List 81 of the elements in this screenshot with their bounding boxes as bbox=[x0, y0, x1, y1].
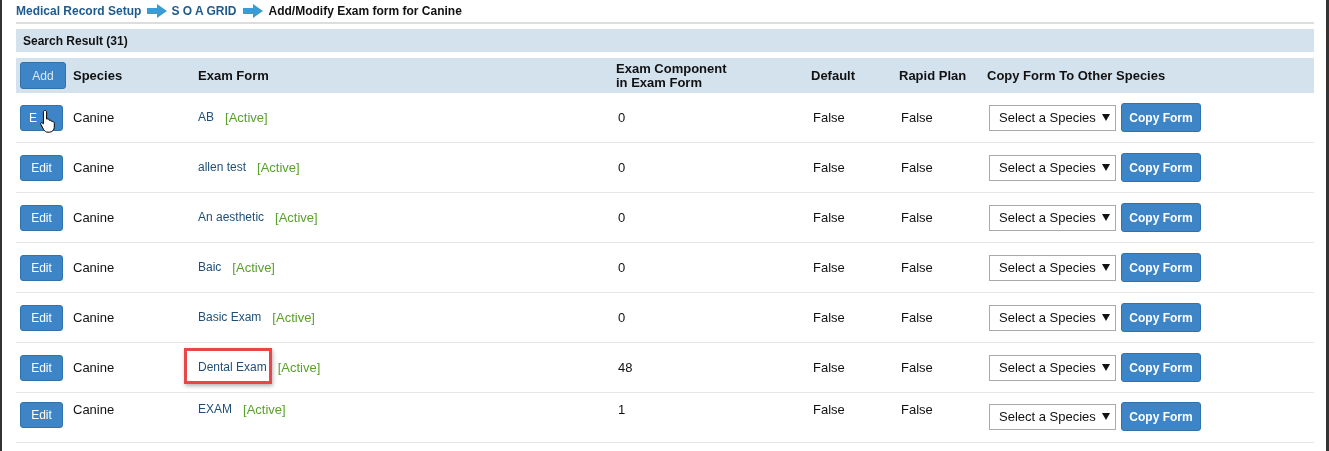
component-count: 1 bbox=[617, 402, 627, 417]
default-cell-text: False bbox=[813, 260, 846, 275]
rapid-plan-cell-text: False bbox=[901, 110, 934, 125]
status-label: [Active] bbox=[277, 360, 321, 375]
component-count: 0 bbox=[617, 210, 627, 225]
copy-form-button[interactable]: Copy Form bbox=[1121, 353, 1201, 382]
column-header: Default bbox=[811, 68, 857, 83]
exam-form-link[interactable]: An aesthetic bbox=[198, 210, 265, 225]
species-cell-text: Canine bbox=[73, 260, 116, 275]
edit-button[interactable]: Edit bbox=[20, 304, 63, 331]
default-cell-text: False bbox=[813, 110, 846, 125]
breadcrumb-link[interactable]: Medical Record Setup bbox=[16, 4, 142, 18]
species-select[interactable]: Select a Species bbox=[989, 254, 1116, 281]
species-cell-text: Canine bbox=[73, 210, 116, 225]
copy-form-button[interactable]: Copy Form bbox=[1121, 103, 1201, 132]
default-cell-text: False bbox=[813, 210, 846, 225]
species-select[interactable]: Select a Species bbox=[989, 304, 1116, 331]
component-count: 0 bbox=[617, 110, 627, 125]
status-label: [Active] bbox=[272, 310, 315, 325]
caret-icon bbox=[1101, 364, 1110, 371]
status-label: [Active] bbox=[257, 160, 300, 175]
status-label: [Active] bbox=[243, 402, 286, 417]
default-cell-text: False bbox=[813, 360, 846, 375]
copy-form-button[interactable]: Copy Form bbox=[1121, 203, 1201, 232]
column-header: Exam Form bbox=[197, 68, 270, 83]
default-cell-text: False bbox=[813, 160, 846, 175]
species-select[interactable]: Select a Species bbox=[989, 154, 1116, 181]
species-select[interactable]: Select a Species bbox=[989, 403, 1116, 430]
caret-icon bbox=[1101, 214, 1110, 221]
edit-button[interactable]: Edit bbox=[20, 354, 63, 381]
column-header: Copy Form To Other Species bbox=[987, 68, 1167, 83]
rapid-plan-cell-text: False bbox=[901, 260, 934, 275]
edit-button[interactable]: Edit bbox=[20, 402, 63, 428]
search-result-title: Search Result (31) bbox=[23, 33, 128, 48]
column-header: Exam Component in Exam Form bbox=[616, 61, 728, 90]
species-cell-text: Canine bbox=[73, 402, 116, 417]
exam-form-link[interactable]: Dental Exam bbox=[198, 360, 267, 375]
column-header: Species bbox=[73, 68, 124, 83]
arrow-icon bbox=[242, 4, 263, 18]
rapid-plan-cell-text: False bbox=[901, 210, 934, 225]
caret-icon bbox=[1101, 264, 1110, 271]
caret-icon bbox=[1101, 164, 1110, 171]
default-cell-text: False bbox=[813, 402, 846, 417]
species-select[interactable]: Select a Species bbox=[989, 104, 1116, 131]
column-header: Rapid Plan bbox=[899, 68, 968, 83]
species-cell-text: Canine bbox=[73, 360, 116, 375]
rapid-plan-cell-text: False bbox=[901, 310, 934, 325]
exam-form-link[interactable]: Basic Exam bbox=[198, 310, 262, 325]
caret-icon bbox=[1101, 314, 1110, 321]
copy-form-button[interactable]: Copy Form bbox=[1121, 253, 1201, 282]
component-count: 0 bbox=[617, 160, 627, 175]
exam-form-link[interactable]: AB bbox=[198, 110, 214, 125]
caret-icon bbox=[1101, 413, 1110, 420]
copy-form-button[interactable]: Copy Form bbox=[1121, 153, 1201, 182]
exam-form-link[interactable]: Baic bbox=[198, 260, 222, 275]
exam-form-link[interactable]: allen test bbox=[198, 160, 247, 175]
component-count: 0 bbox=[617, 260, 627, 275]
component-count: 0 bbox=[617, 310, 627, 325]
status-label: [Active] bbox=[232, 260, 275, 275]
component-count: 48 bbox=[617, 360, 634, 375]
copy-form-button[interactable]: Copy Form bbox=[1121, 303, 1201, 332]
arrow-icon bbox=[147, 4, 168, 18]
species-cell-text: Canine bbox=[73, 310, 116, 325]
rapid-plan-cell-text: False bbox=[901, 160, 934, 175]
caret-icon bbox=[1101, 114, 1110, 121]
status-label: [Active] bbox=[275, 210, 318, 225]
species-select[interactable]: Select a Species bbox=[989, 204, 1116, 231]
edit-button[interactable]: Edit bbox=[20, 154, 63, 181]
species-cell-text: Canine bbox=[73, 110, 116, 125]
exam-form-link[interactable]: EXAM bbox=[198, 402, 232, 417]
rapid-plan-cell-text: False bbox=[901, 402, 934, 417]
default-cell-text: False bbox=[813, 310, 846, 325]
page-title: Add/Modify Exam form for Canine bbox=[268, 4, 462, 18]
breadcrumb-link[interactable]: S O A GRID bbox=[171, 4, 237, 18]
status-label: [Active] bbox=[225, 110, 268, 125]
species-select[interactable]: Select a Species bbox=[989, 354, 1116, 381]
rapid-plan-cell-text: False bbox=[901, 360, 934, 375]
edit-button[interactable]: Edit bbox=[20, 204, 63, 231]
edit-button[interactable]: Edit bbox=[20, 254, 63, 281]
copy-form-button[interactable]: Copy Form bbox=[1121, 402, 1201, 431]
species-cell-text: Canine bbox=[73, 160, 116, 175]
